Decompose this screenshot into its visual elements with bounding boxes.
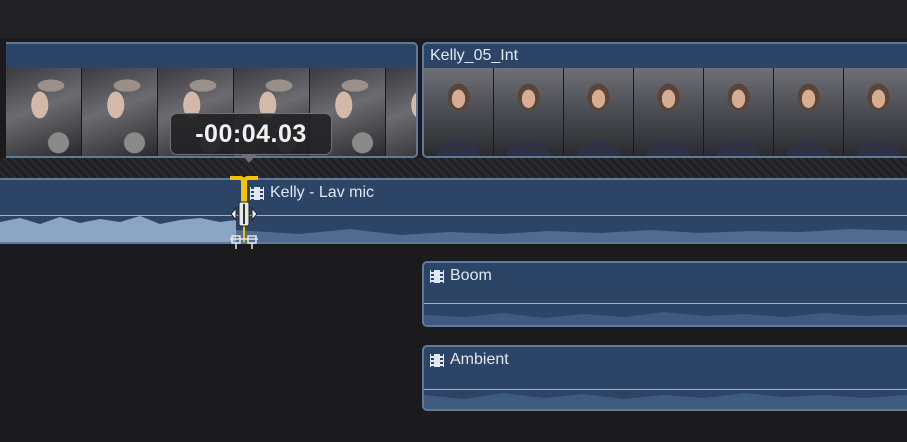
audio-clip-header: Ambient — [430, 351, 509, 369]
thumbnail-frame — [386, 68, 416, 156]
trim-handle-icon[interactable] — [226, 176, 262, 252]
thumbnail-frame — [82, 68, 158, 156]
thumbnail-frame — [704, 68, 774, 156]
audio-waveform — [424, 393, 907, 409]
clip-name: Kelly_05_Int — [430, 47, 519, 64]
thumbnail-frame — [6, 68, 82, 156]
thumbnail-frame — [774, 68, 844, 156]
audio-waveform — [0, 216, 907, 242]
audio-overlap-gap — [0, 158, 907, 178]
audio-clip-kelly-lav-mic[interactable]: Kelly - Lav mic — [0, 178, 907, 244]
timeline-toolbar — [0, 0, 907, 38]
thumbnail-frame — [634, 68, 704, 156]
thumbnail-frame — [494, 68, 564, 156]
thumbnail-frame — [564, 68, 634, 156]
film-icon — [430, 269, 444, 283]
filmstrip — [424, 68, 907, 156]
audio-clip-ambient[interactable]: Ambient — [422, 345, 907, 411]
audio-clip-name: Kelly - Lav mic — [270, 184, 375, 201]
thumbnail-frame — [844, 68, 907, 156]
video-clip-kelly-05-int[interactable]: Kelly_05_Int — [422, 42, 907, 158]
trim-timecode: -00:04.03 — [170, 113, 332, 155]
audio-clip-name: Boom — [450, 267, 492, 284]
audio-clip-boom[interactable]: Boom — [422, 261, 907, 327]
audio-clip-header: Boom — [430, 267, 492, 285]
timecode-pointer — [241, 154, 257, 163]
film-icon — [430, 353, 444, 367]
audio-clip-header: Kelly - Lav mic — [250, 184, 374, 202]
audio-waveform — [424, 312, 907, 325]
thumbnail-frame — [424, 68, 494, 156]
audio-clip-name: Ambient — [450, 351, 509, 368]
